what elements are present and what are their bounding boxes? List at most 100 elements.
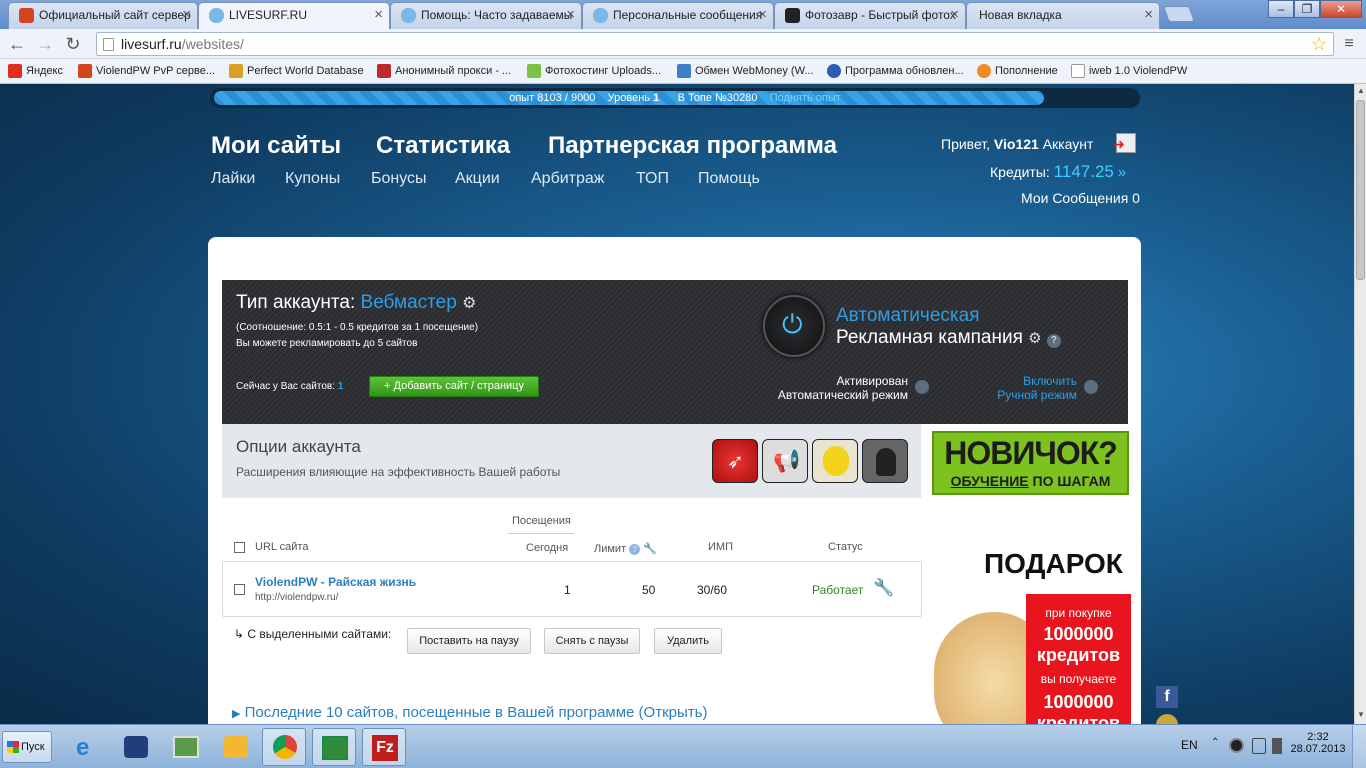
- tab-close-icon[interactable]: ×: [950, 3, 959, 27]
- nav-my-sites[interactable]: Мои сайты: [211, 132, 341, 160]
- tab-help-faq[interactable]: Помощь: Часто задаваемы ×: [390, 2, 582, 29]
- language-indicator[interactable]: EN: [1181, 738, 1198, 752]
- gift-ad-banner[interactable]: ПОДАРОК при покупке 1000000 кредитов вы …: [934, 537, 1134, 724]
- agent-icon[interactable]: [862, 439, 908, 483]
- nav-coupons[interactable]: Купоны: [285, 170, 340, 188]
- close-window-button[interactable]: ✕: [1320, 0, 1362, 18]
- bookmark-update-program[interactable]: Программа обновлен...: [827, 63, 964, 79]
- filezilla-icon[interactable]: Fz: [362, 728, 406, 766]
- scroll-up-icon[interactable]: ▲: [1357, 86, 1365, 95]
- facebook-icon[interactable]: f: [1156, 686, 1178, 708]
- nav-top[interactable]: ТОП: [636, 170, 669, 188]
- tab-close-icon[interactable]: ×: [566, 3, 575, 27]
- delete-button[interactable]: Удалить: [654, 628, 722, 654]
- scroll-down-icon[interactable]: ▼: [1357, 710, 1365, 719]
- chick-icon[interactable]: [812, 439, 858, 483]
- minimize-button[interactable]: –: [1268, 0, 1294, 18]
- nav-partner-program[interactable]: Партнерская программа: [548, 132, 837, 160]
- unpause-button[interactable]: Снять с паузы: [544, 628, 640, 654]
- ie-icon[interactable]: e: [66, 728, 110, 766]
- tab-fotozavr[interactable]: Фотозавр - Быстрый фотох ×: [774, 2, 966, 29]
- nav-arbitrage[interactable]: Арбитраж: [531, 170, 605, 188]
- nav-help[interactable]: Помощь: [698, 170, 760, 188]
- tray-app-icon[interactable]: [1229, 738, 1244, 753]
- account-type-value[interactable]: Вебмастер: [361, 292, 457, 313]
- picture-viewer-icon[interactable]: [164, 728, 208, 766]
- site-name-link[interactable]: ViolendPW - Райская жизнь: [255, 575, 416, 589]
- forward-arrow-icon[interactable]: →: [34, 33, 56, 55]
- clock-time: 2:32: [1307, 731, 1329, 743]
- greeting-text: Привет,: [941, 136, 991, 152]
- logout-icon[interactable]: ➜: [1113, 133, 1136, 153]
- novice-sub-rest: ПО ШАГАМ: [1028, 473, 1111, 489]
- tab-personal-messages[interactable]: Персональные сообщения ×: [582, 2, 774, 29]
- account-link[interactable]: Аккаунт: [1043, 136, 1094, 152]
- wrench-icon[interactable]: 🔧: [873, 578, 894, 598]
- volume-icon[interactable]: [1272, 738, 1282, 754]
- tab-close-icon[interactable]: ×: [182, 3, 191, 27]
- share-icon[interactable]: [1156, 714, 1178, 724]
- bookmark-iweb[interactable]: iweb 1.0 ViolendPW: [1071, 63, 1187, 79]
- address-bar[interactable]: livesurf.ru/websites/ ☆: [96, 32, 1334, 56]
- reload-icon[interactable]: ↻: [62, 33, 84, 55]
- stats-app-icon[interactable]: [312, 728, 356, 766]
- wrench-menu-icon[interactable]: ≡: [1338, 33, 1360, 55]
- username[interactable]: Vio121: [994, 136, 1039, 152]
- favicon-icon: [527, 64, 541, 78]
- bookmark-topup[interactable]: Пополнение: [977, 63, 1058, 79]
- xp-label: опыт 8103 / 9000 Уровень 1 В Топе №30280…: [210, 88, 1140, 108]
- bookmark-photohosting[interactable]: Фотохостинг Uploads...: [527, 63, 661, 79]
- help-icon[interactable]: [1084, 380, 1098, 394]
- tab-close-icon[interactable]: ×: [758, 3, 767, 27]
- bookmark-pw-database[interactable]: Perfect World Database: [229, 63, 364, 79]
- back-arrow-icon[interactable]: ←: [6, 33, 28, 55]
- add-site-button[interactable]: + Добавить сайт / страницу: [369, 376, 539, 397]
- tab-new-tab[interactable]: Новая вкладка ×: [966, 2, 1160, 29]
- clock[interactable]: 2:32 28.07.2013: [1288, 731, 1348, 755]
- top-rank: В Топе №30280: [677, 92, 758, 104]
- show-desktop-button[interactable]: [1352, 725, 1366, 768]
- gear-icon[interactable]: ⚙: [1028, 330, 1041, 347]
- bookmark-star-icon[interactable]: ☆: [1311, 33, 1327, 55]
- help-icon[interactable]: ?: [629, 544, 641, 555]
- help-icon[interactable]: [915, 380, 929, 394]
- row-checkbox[interactable]: [234, 584, 245, 595]
- messages-link[interactable]: Мои Сообщения 0: [1021, 190, 1140, 206]
- enable-link[interactable]: Включить: [977, 374, 1077, 388]
- gear-icon[interactable]: ⚙: [462, 295, 476, 312]
- tab-close-icon[interactable]: ×: [374, 3, 383, 27]
- start-button[interactable]: Пуск: [2, 731, 52, 763]
- show-hidden-icons-icon[interactable]: ⌃: [1211, 737, 1219, 748]
- bookmark-webmoney[interactable]: Обмен WebMoney (W...: [677, 63, 814, 79]
- level-up-link[interactable]: Поднять опыт: [770, 92, 841, 104]
- nav-bonuses[interactable]: Бонусы: [371, 170, 427, 188]
- help-icon[interactable]: ?: [1046, 334, 1061, 348]
- nav-statistics[interactable]: Статистика: [376, 132, 510, 160]
- bookmark-proxy[interactable]: Анонимный прокси - ...: [377, 63, 511, 79]
- novice-banner[interactable]: НОВИЧОК? ОБУЧЕНИЕ ПО ШАГАМ: [932, 431, 1129, 495]
- manual-mode-toggle[interactable]: Включить Ручной режим: [977, 374, 1077, 402]
- media-player-icon[interactable]: [114, 728, 158, 766]
- credits-arrow-icon[interactable]: »: [1118, 164, 1126, 181]
- bookmark-label: Фотохостинг Uploads...: [545, 65, 661, 77]
- tab-official-site[interactable]: Официальный сайт сервер ×: [8, 2, 198, 29]
- power-button[interactable]: ⏻: [763, 295, 825, 357]
- new-tab-button[interactable]: [1163, 6, 1195, 22]
- pause-button[interactable]: Поставить на паузу: [407, 628, 531, 654]
- select-all-checkbox[interactable]: [234, 542, 245, 553]
- megaphone-icon[interactable]: 📢: [762, 439, 808, 483]
- chrome-icon[interactable]: [262, 728, 306, 766]
- nav-promotions[interactable]: Акции: [455, 170, 500, 188]
- bookmark-violendpw-pvp[interactable]: ViolendPW PvP серве...: [78, 63, 215, 79]
- explorer-icon[interactable]: [214, 728, 258, 766]
- tab-close-icon[interactable]: ×: [1144, 3, 1153, 27]
- nav-likes[interactable]: Лайки: [211, 170, 255, 188]
- rocket-icon[interactable]: ➶: [712, 439, 758, 483]
- bookmark-yandex[interactable]: Яндекс: [8, 63, 63, 79]
- network-icon[interactable]: [1252, 738, 1266, 754]
- recent-sites-link[interactable]: ▶ Последние 10 сайтов, посещенные в Ваше…: [232, 704, 707, 721]
- restore-button[interactable]: ❐: [1294, 0, 1320, 18]
- page-scrollbar[interactable]: ▲ ▼: [1354, 84, 1366, 724]
- scroll-thumb[interactable]: [1356, 100, 1365, 280]
- tab-livesurf[interactable]: LIVESURF.RU ×: [198, 2, 390, 29]
